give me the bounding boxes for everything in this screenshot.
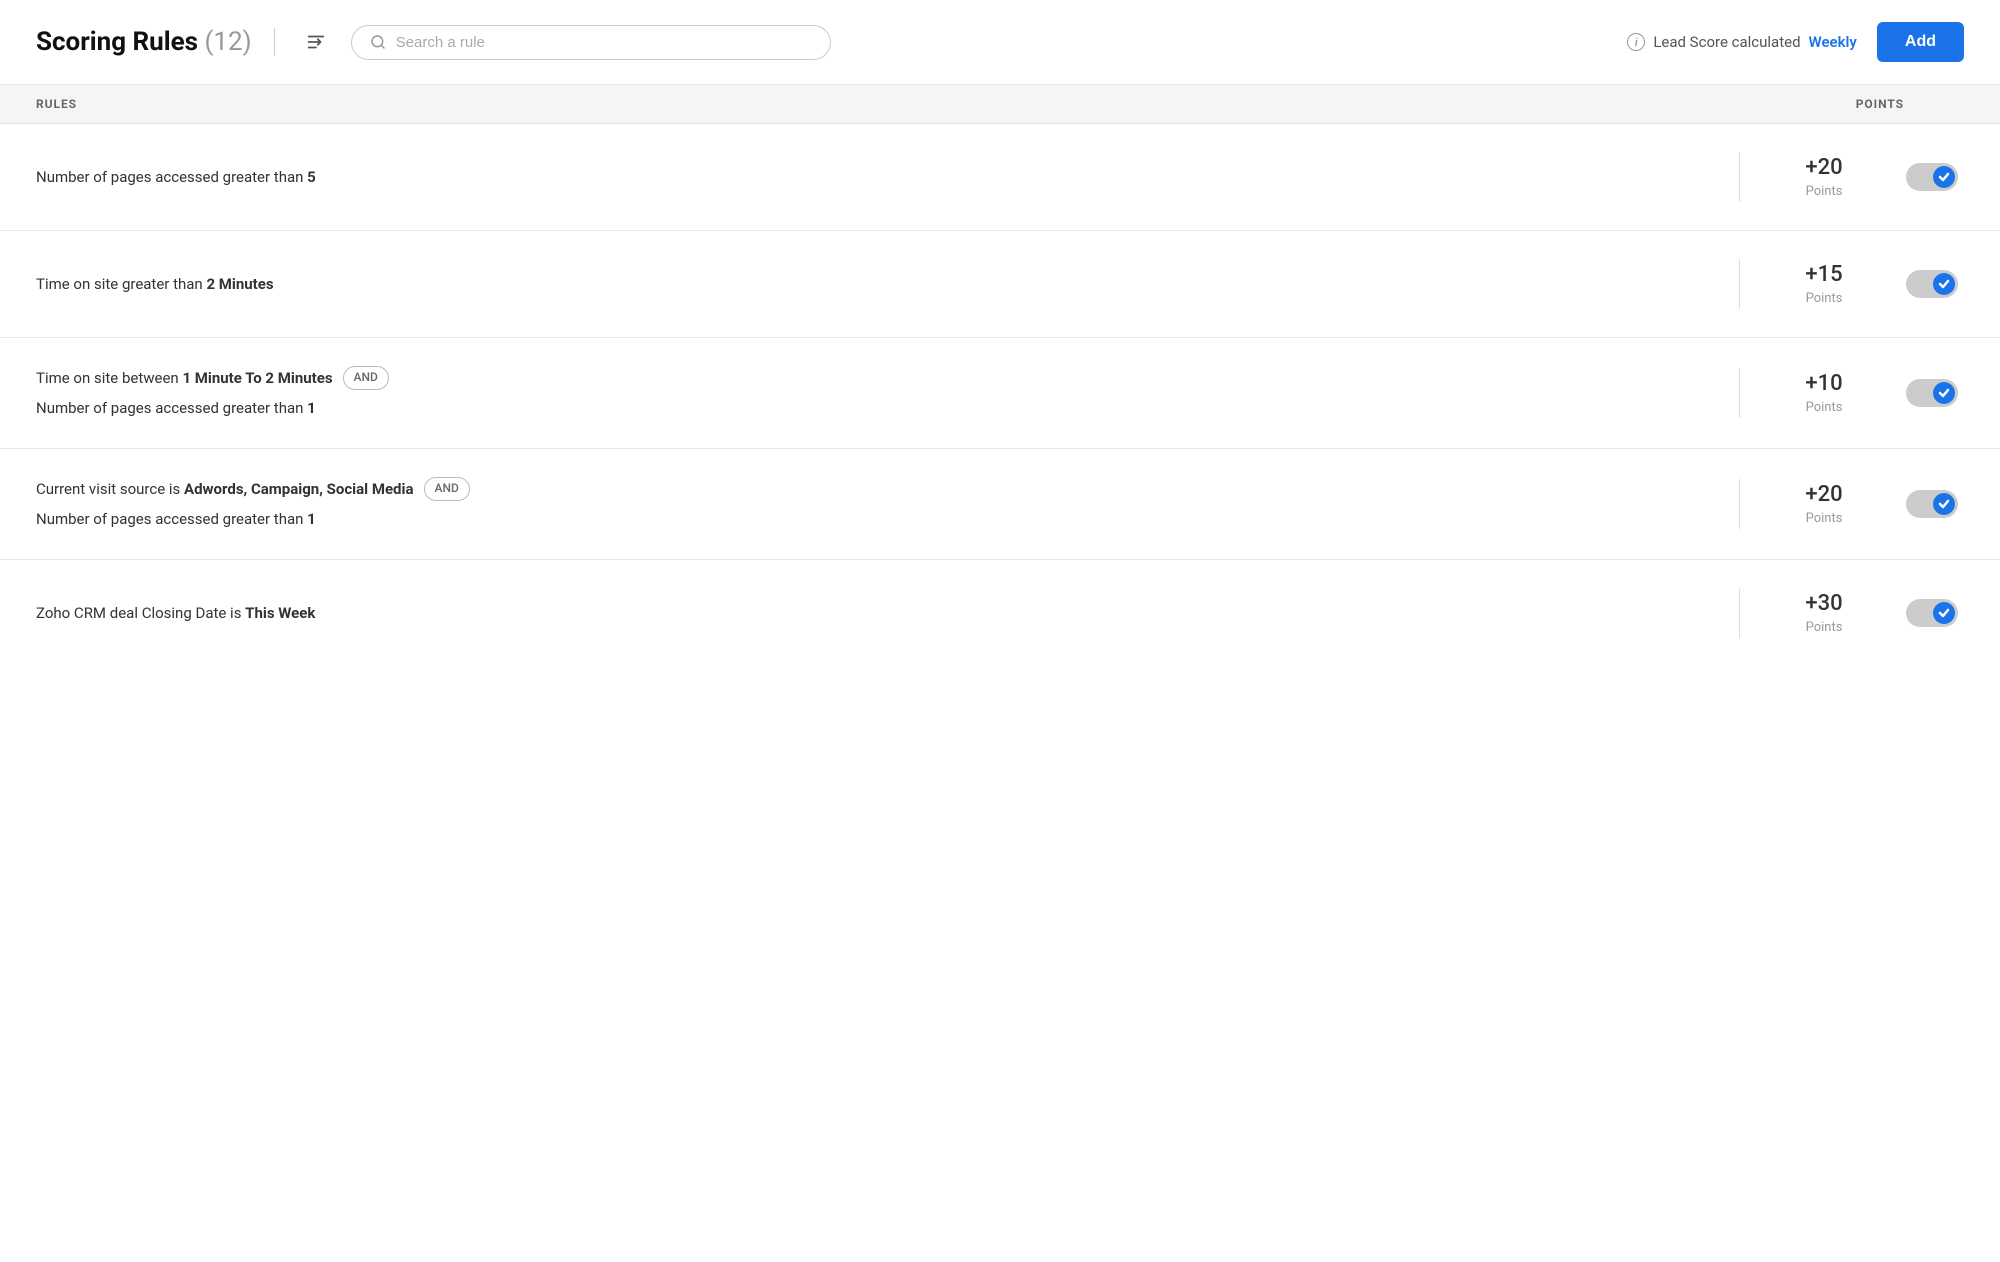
points-block: +15 Points (1764, 262, 1884, 305)
points-block: +10 Points (1764, 371, 1884, 414)
points-value: +15 (1764, 262, 1884, 288)
rule-line: Time on site greater than 2 Minutes (36, 272, 1715, 296)
add-button[interactable]: Add (1877, 22, 1964, 62)
points-label: Points (1764, 291, 1884, 306)
toggle-container (1900, 379, 1964, 407)
toggle-thumb (1933, 493, 1955, 515)
rule-separator (1739, 259, 1740, 309)
points-label: Points (1764, 620, 1884, 635)
rule-content: Time on site greater than 2 Minutes (36, 272, 1715, 296)
rule-line: Number of pages accessed greater than 5 (36, 165, 1715, 189)
points-value: +20 (1764, 482, 1884, 508)
rule-text: Number of pages accessed greater than 1 (36, 396, 316, 420)
toggle-track (1906, 599, 1958, 627)
table-row: Current visit source is Adwords, Campaig… (0, 449, 2000, 560)
points-label: Points (1764, 184, 1884, 199)
rule-toggle[interactable] (1906, 599, 1958, 627)
points-value: +30 (1764, 591, 1884, 617)
check-icon (1938, 387, 1950, 399)
filter-button[interactable] (297, 27, 335, 57)
points-label: Points (1764, 400, 1884, 415)
filter-icon (305, 31, 327, 53)
page-title-text: Scoring Rules (36, 27, 198, 57)
header-divider (274, 28, 275, 56)
check-icon (1938, 171, 1950, 183)
toggle-thumb (1933, 382, 1955, 404)
search-bar (351, 25, 831, 60)
lead-score-text: Lead Score calculated (1653, 33, 1800, 51)
toggle-container (1900, 599, 1964, 627)
rule-separator (1739, 588, 1740, 638)
points-value: +20 (1764, 155, 1884, 181)
rule-content: Time on site between 1 Minute To 2 Minut… (36, 366, 1715, 420)
points-block: +20 Points (1764, 482, 1884, 525)
rule-toggle[interactable] (1906, 163, 1958, 191)
table-header: RULES POINTS (0, 85, 2000, 124)
rule-content: Current visit source is Adwords, Campaig… (36, 477, 1715, 531)
table-row: Zoho CRM deal Closing Date is This Week +… (0, 560, 2000, 666)
points-block: +30 Points (1764, 591, 1884, 634)
page-container: Scoring Rules (12) i (0, 0, 2000, 1262)
toggle-track (1906, 270, 1958, 298)
points-block: +20 Points (1764, 155, 1884, 198)
and-badge: AND (424, 477, 470, 500)
rules-count: (12) (205, 27, 252, 57)
toggle-thumb (1933, 273, 1955, 295)
rule-line: Zoho CRM deal Closing Date is This Week (36, 601, 1715, 625)
table-row: Time on site greater than 2 Minutes +15 Po… (0, 231, 2000, 338)
rule-separator (1739, 152, 1740, 202)
rule-text: Time on site greater than 2 Minutes (36, 272, 274, 296)
lead-score-info: i Lead Score calculated Weekly (1627, 33, 1857, 51)
rule-text: Number of pages accessed greater than 5 (36, 165, 316, 189)
header: Scoring Rules (12) i (0, 0, 2000, 85)
search-input[interactable] (396, 34, 812, 51)
and-badge: AND (343, 366, 389, 389)
table-row: Number of pages accessed greater than 5 +… (0, 124, 2000, 231)
rule-separator (1739, 479, 1740, 529)
rule-separator (1739, 368, 1740, 418)
rule-line: Number of pages accessed greater than 1 (36, 507, 1715, 531)
check-icon (1938, 607, 1950, 619)
rules-list: Number of pages accessed greater than 5 +… (0, 124, 2000, 666)
table-row: Time on site between 1 Minute To 2 Minut… (0, 338, 2000, 449)
weekly-link[interactable]: Weekly (1809, 33, 1857, 51)
check-icon (1938, 278, 1950, 290)
check-icon (1938, 498, 1950, 510)
rule-text: Time on site between 1 Minute To 2 Minut… (36, 366, 333, 390)
toggle-track (1906, 490, 1958, 518)
rule-content: Number of pages accessed greater than 5 (36, 165, 1715, 189)
rule-line: Number of pages accessed greater than 1 (36, 396, 1715, 420)
page-title: Scoring Rules (12) (36, 27, 252, 57)
toggle-thumb (1933, 166, 1955, 188)
header-right: i Lead Score calculated Weekly Add (1627, 22, 1964, 62)
col-points-header: POINTS (1764, 97, 1964, 111)
rule-line: Time on site between 1 Minute To 2 Minut… (36, 366, 1715, 390)
search-icon (370, 34, 386, 50)
toggle-container (1900, 490, 1964, 518)
col-rules-header: RULES (36, 97, 1764, 111)
points-value: +10 (1764, 371, 1884, 397)
rule-toggle[interactable] (1906, 490, 1958, 518)
toggle-track (1906, 163, 1958, 191)
toggle-container (1900, 163, 1964, 191)
rule-line: Current visit source is Adwords, Campaig… (36, 477, 1715, 501)
toggle-track (1906, 379, 1958, 407)
info-icon: i (1627, 33, 1645, 51)
rule-content: Zoho CRM deal Closing Date is This Week (36, 601, 1715, 625)
toggle-container (1900, 270, 1964, 298)
toggle-thumb (1933, 602, 1955, 624)
rule-toggle[interactable] (1906, 379, 1958, 407)
rule-toggle[interactable] (1906, 270, 1958, 298)
points-label: Points (1764, 511, 1884, 526)
rule-text: Zoho CRM deal Closing Date is This Week (36, 601, 315, 625)
rule-text: Number of pages accessed greater than 1 (36, 507, 316, 531)
rule-text: Current visit source is Adwords, Campaig… (36, 477, 414, 501)
